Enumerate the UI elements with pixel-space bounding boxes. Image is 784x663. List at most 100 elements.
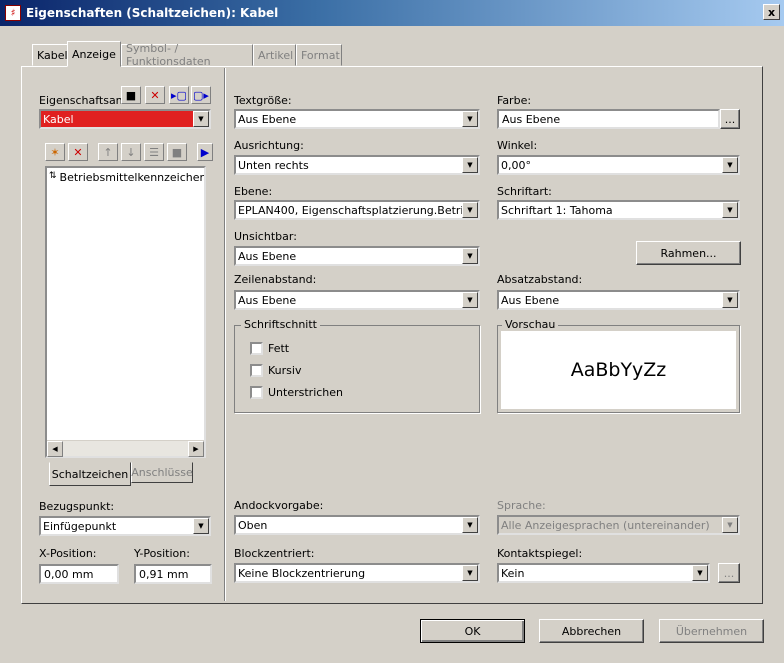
eigenschaftsanordnung-label: Eigenschaftsanor <box>39 94 134 107</box>
farbe-browse-button[interactable]: ... <box>720 109 740 129</box>
subtab-anschluesse[interactable]: Anschlüsse <box>131 462 193 483</box>
tree-item-label: Betriebsmittelkennzeichen (s <box>59 171 204 184</box>
chevron-down-icon: ▼ <box>462 111 478 127</box>
eigenschaftsanordnung-select[interactable]: Kabel ▼ <box>39 109 211 129</box>
subtab-anschluesse-label: Anschlüsse <box>131 466 193 479</box>
y-position-label: Y-Position: <box>134 547 190 560</box>
move-up-icon[interactable]: ↑ <box>98 143 118 161</box>
blockzentriert-label: Blockzentriert: <box>234 547 315 560</box>
blockzentriert-select[interactable]: Keine Blockzentrierung ▼ <box>234 563 480 583</box>
textgroesse-select[interactable]: Aus Ebene ▼ <box>234 109 480 129</box>
tab-anzeige-label: Anzeige <box>72 47 116 61</box>
tab-artikel[interactable]: Artikel <box>253 44 296 66</box>
scroll-left-icon[interactable]: ◀ <box>47 441 63 457</box>
tab-kabel[interactable]: Kabel <box>32 44 68 66</box>
y-position-input[interactable]: 0,91 mm <box>134 564 212 584</box>
andockvorgabe-value: Oben <box>238 518 268 532</box>
chevron-down-icon: ▼ <box>462 202 478 218</box>
absatzabstand-select[interactable]: Aus Ebene ▼ <box>497 290 740 310</box>
new-icon[interactable]: ✶ <box>45 143 65 161</box>
list-icon[interactable]: ☰ <box>144 143 164 161</box>
sprache-value: Alle Anzeigesprachen (untereinander) <box>501 518 710 532</box>
unterstrichen-checkbox[interactable] <box>250 386 263 399</box>
absatzabstand-value: Aus Ebene <box>501 293 560 307</box>
title-bar: ♯ Eigenschaften (Schaltzeichen): Kabel x <box>0 0 784 26</box>
bezugspunkt-select[interactable]: Einfügepunkt ▼ <box>39 516 211 536</box>
schriftart-select[interactable]: Schriftart 1: Tahoma ▼ <box>497 200 740 220</box>
zeilenabstand-value: Aus Ebene <box>238 293 297 307</box>
chevron-down-icon: ▼ <box>722 517 738 533</box>
horizontal-scrollbar[interactable]: ◀ ▶ <box>47 440 204 457</box>
fett-label: Fett <box>268 342 290 355</box>
stop-icon[interactable]: ■ <box>121 86 141 104</box>
export-icon[interactable]: ▢▸ <box>191 86 211 104</box>
schriftart-value: Schriftart 1: Tahoma <box>501 203 613 217</box>
apply-button[interactable]: Übernehmen <box>659 619 764 643</box>
andockvorgabe-select[interactable]: Oben ▼ <box>234 515 480 535</box>
chevron-down-icon: ▼ <box>462 248 478 264</box>
kontaktspiegel-value: Kein <box>501 566 525 580</box>
tab-artikel-label: Artikel <box>258 48 294 62</box>
list-item[interactable]: ⇅ Betriebsmittelkennzeichen (s <box>47 168 204 187</box>
tab-anzeige[interactable]: Anzeige <box>67 41 121 67</box>
winkel-value: 0,00° <box>501 158 531 172</box>
ausrichtung-value: Unten rechts <box>238 158 309 172</box>
zeilenabstand-label: Zeilenabstand: <box>234 273 317 286</box>
x-position-label: X-Position: <box>39 547 97 560</box>
ok-button[interactable]: OK <box>420 619 525 643</box>
ausrichtung-label: Ausrichtung: <box>234 139 304 152</box>
bezugspunkt-value: Einfügepunkt <box>43 519 117 533</box>
chevron-down-icon: ▼ <box>193 518 209 534</box>
scroll-right-icon[interactable]: ▶ <box>188 441 204 457</box>
chevron-down-icon: ▼ <box>462 157 478 173</box>
vorschau-title: Vorschau <box>502 318 559 331</box>
arrow-right-icon[interactable]: ▶ <box>197 143 213 161</box>
unsichtbar-label: Unsichtbar: <box>234 230 297 243</box>
kursiv-label: Kursiv <box>268 364 302 377</box>
unterstrichen-label: Unterstrichen <box>268 386 344 399</box>
tab-kabel-label: Kabel <box>37 48 68 62</box>
textgroesse-label: Textgröße: <box>234 94 292 107</box>
farbe-input[interactable]: Aus Ebene <box>497 109 720 129</box>
close-button[interactable]: x <box>763 4 780 20</box>
chevron-down-icon: ▼ <box>692 565 708 581</box>
rahmen-button[interactable]: Rahmen... <box>636 241 741 265</box>
kursiv-checkbox[interactable] <box>250 364 263 377</box>
chevron-down-icon: ▼ <box>462 517 478 533</box>
winkel-label: Winkel: <box>497 139 538 152</box>
kontaktspiegel-browse-button[interactable]: ... <box>718 563 740 583</box>
zeilenabstand-select[interactable]: Aus Ebene ▼ <box>234 290 480 310</box>
cancel-button[interactable]: Abbrechen <box>539 619 644 643</box>
ausrichtung-select[interactable]: Unten rechts ▼ <box>234 155 480 175</box>
schriftschnitt-group: Schriftschnitt Fett Kursiv Unterstrichen <box>234 318 480 413</box>
delete-icon[interactable]: ✕ <box>145 86 165 104</box>
sprache-select[interactable]: Alle Anzeigesprachen (untereinander) ▼ <box>497 515 740 535</box>
tab-format[interactable]: Format <box>296 44 342 66</box>
chevron-down-icon: ▼ <box>462 565 478 581</box>
chevron-down-icon: ▼ <box>722 292 738 308</box>
kontaktspiegel-select[interactable]: Kein ▼ <box>497 563 710 583</box>
subtab-schaltzeichen[interactable]: Schaltzeichen <box>49 462 131 486</box>
vorschau-group: Vorschau AaBbYyZz <box>497 318 740 413</box>
blockzentriert-value: Keine Blockzentrierung <box>238 566 366 580</box>
import-icon[interactable]: ▸▢ <box>169 86 189 104</box>
chevron-down-icon: ▼ <box>462 292 478 308</box>
delete-icon[interactable]: ✕ <box>68 143 88 161</box>
unsichtbar-select[interactable]: Aus Ebene ▼ <box>234 246 480 266</box>
winkel-select[interactable]: 0,00° ▼ <box>497 155 740 175</box>
x-position-input[interactable]: 0,00 mm <box>39 564 119 584</box>
ebene-select[interactable]: EPLAN400, Eigenschaftsplatzierung.Betrie… <box>234 200 480 220</box>
fett-checkbox[interactable] <box>250 342 263 355</box>
kontaktspiegel-label: Kontaktspiegel: <box>497 547 583 560</box>
sort-icon: ⇅ <box>49 171 57 181</box>
eigenschaftsanordnung-value: Kabel <box>43 112 74 126</box>
tab-symbol-funktionsdaten[interactable]: Symbol- / Funktionsdaten <box>121 42 253 68</box>
divider <box>224 68 226 601</box>
property-tree[interactable]: ⇅ Betriebsmittelkennzeichen (s ◀ ▶ <box>45 166 206 458</box>
move-down-icon[interactable]: ↓ <box>121 143 141 161</box>
chevron-down-icon: ▼ <box>722 202 738 218</box>
tab-symbol-label: Symbol- / Funktionsdaten <box>126 42 211 68</box>
stop-icon[interactable]: ■ <box>167 143 187 161</box>
sprache-label: Sprache: <box>497 499 546 512</box>
close-icon: x <box>767 5 776 19</box>
